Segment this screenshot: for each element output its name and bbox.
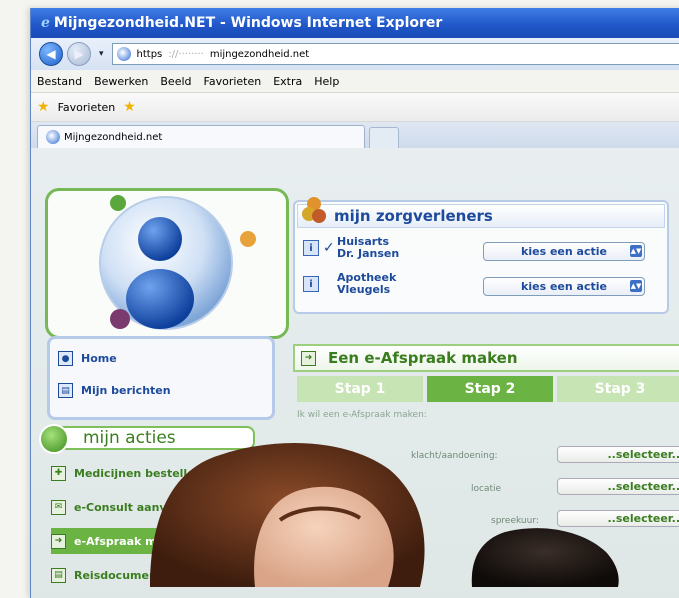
step-indicator: Stap 1 Stap 2 Stap 3 bbox=[297, 376, 679, 404]
info-icon[interactable]: i bbox=[303, 276, 319, 292]
form-intro: Ik wil een e-Afspraak maken: bbox=[297, 410, 427, 420]
menu-bewerken[interactable]: Bewerken bbox=[94, 75, 148, 88]
field-spreekuur-label: spreekuur: bbox=[491, 516, 539, 526]
menu-extra[interactable]: Extra bbox=[273, 75, 302, 88]
forward-arrow-icon: ▶ bbox=[74, 47, 84, 61]
window-title: Mijngezondheid.NET - Windows Internet Ex… bbox=[53, 15, 443, 31]
acties-title-box: mijn acties bbox=[39, 424, 255, 454]
zorgverlener-apotheek: i Apotheek Vleugels bbox=[303, 272, 396, 296]
acties-title: mijn acties bbox=[83, 428, 176, 448]
huisarts-action-select[interactable]: kies een actie ▲▼ bbox=[483, 242, 645, 261]
zorgverlener-huisarts: i ✓ Huisarts Dr. Jansen bbox=[303, 236, 399, 260]
back-button[interactable]: ◀ bbox=[39, 42, 63, 66]
actie-reisdocumenten[interactable]: ▤ Reisdocumenten bbox=[51, 562, 261, 588]
nav-home-label: Home bbox=[81, 352, 117, 365]
field-locatie-label: locatie bbox=[471, 484, 502, 494]
afspraak-title: Een e-Afspraak maken bbox=[328, 349, 518, 367]
site-favicon-icon bbox=[116, 47, 131, 61]
tab-label: Mijngezondheid.net bbox=[64, 131, 163, 143]
forward-button[interactable]: ▶ bbox=[67, 42, 91, 66]
favorites-bar: ★ Favorieten ★ bbox=[31, 93, 679, 122]
url-host: mijngezondheid.net bbox=[209, 48, 310, 60]
actie-econsult[interactable]: ✉ e-Consult aanvragen bbox=[51, 494, 261, 520]
document-icon: ▤ bbox=[51, 567, 66, 583]
tab-favicon-icon bbox=[46, 130, 60, 144]
field-locatie-select[interactable]: ..selecteer.. bbox=[557, 478, 679, 495]
check-icon: ✓ bbox=[323, 240, 335, 256]
actie-eafspraak-label: e-Afspraak maken bbox=[74, 534, 187, 548]
history-dropdown-icon[interactable]: ▾ bbox=[99, 49, 104, 59]
consult-icon: ✉ bbox=[51, 499, 66, 515]
page-content: mijn zorgverleners i ✓ Huisarts Dr. Jans… bbox=[31, 148, 679, 598]
back-arrow-icon: ◀ bbox=[46, 47, 56, 61]
actie-medicijnen-label: Medicijnen bestellen bbox=[74, 466, 203, 480]
arrow-icon: ➜ bbox=[301, 350, 316, 366]
actie-medicijnen[interactable]: ✚ Medicijnen bestellen bbox=[51, 460, 261, 486]
person-icon: ● bbox=[58, 351, 73, 366]
nav-home[interactable]: ● Home bbox=[58, 351, 117, 366]
url-field[interactable]: https ://········ mijngezondheid.net bbox=[111, 43, 679, 65]
info-icon[interactable]: i bbox=[303, 240, 319, 256]
nav-berichten[interactable]: ▤ Mijn berichten bbox=[58, 383, 171, 398]
apotheek-action-select[interactable]: kies een actie ▲▼ bbox=[483, 277, 645, 296]
nav-berichten-label: Mijn berichten bbox=[81, 384, 171, 397]
ie-logo-icon: e bbox=[41, 15, 50, 31]
main-nav: ● Home ▤ Mijn berichten bbox=[47, 336, 275, 420]
field-klacht-select[interactable]: ..selecteer.. bbox=[557, 446, 679, 463]
actie-econsult-label: e-Consult aanvragen bbox=[74, 500, 203, 514]
huisarts-name: Dr. Jansen bbox=[337, 247, 400, 260]
select-arrow-icon: ▲▼ bbox=[630, 245, 642, 257]
apotheek-name: Vleugels bbox=[337, 283, 391, 296]
address-bar: ◀ ▶ ▾ https ://········ mijngezondheid.n… bbox=[31, 38, 679, 70]
logo-frame bbox=[45, 188, 289, 339]
zorgverleners-panel: mijn zorgverleners i ✓ Huisarts Dr. Jans… bbox=[293, 197, 669, 314]
menu-beeld[interactable]: Beeld bbox=[160, 75, 191, 88]
browser-window: e Mijngezondheid.NET - Windows Internet … bbox=[30, 8, 679, 598]
actie-eafspraak[interactable]: ➜ e-Afspraak maken bbox=[51, 528, 261, 554]
url-scheme: https bbox=[136, 48, 163, 60]
mijngezondheid-logo bbox=[99, 195, 256, 330]
add-favorite-icon[interactable]: ★ bbox=[123, 99, 136, 115]
field-klacht-label: klacht/aandoening: bbox=[411, 451, 498, 461]
title-bar: e Mijngezondheid.NET - Windows Internet … bbox=[31, 8, 679, 38]
pill-icon: ✚ bbox=[51, 465, 66, 481]
mail-icon: ▤ bbox=[58, 383, 73, 398]
tab-bar: Mijngezondheid.net bbox=[31, 122, 679, 148]
zorgverleners-title: mijn zorgverleners bbox=[297, 204, 665, 228]
menu-help[interactable]: Help bbox=[314, 75, 339, 88]
field-spreekuur-select[interactable]: ..selecteer.. bbox=[557, 510, 679, 527]
arrow-icon: ➜ bbox=[51, 533, 66, 549]
tab-mijngezondheid[interactable]: Mijngezondheid.net bbox=[37, 125, 365, 148]
zorgverleners-icon bbox=[302, 197, 326, 223]
step-3[interactable]: Stap 3 bbox=[557, 376, 679, 402]
step-1[interactable]: Stap 1 bbox=[297, 376, 423, 402]
menu-bestand[interactable]: Bestand bbox=[37, 75, 82, 88]
menu-favorieten[interactable]: Favorieten bbox=[204, 75, 262, 88]
afspraak-header: ➜ Een e-Afspraak maken bbox=[293, 344, 679, 372]
huisarts-action-value: kies een actie bbox=[521, 245, 607, 258]
select-arrow-icon: ▲▼ bbox=[630, 280, 642, 292]
new-tab-button[interactable] bbox=[369, 127, 399, 148]
favorites-button[interactable]: Favorieten bbox=[58, 101, 116, 114]
favorites-star-icon: ★ bbox=[37, 99, 50, 115]
actie-reisdocumenten-label: Reisdocumenten bbox=[74, 568, 178, 582]
url-mask: ://········ bbox=[168, 48, 204, 60]
menu-bar: Bestand Bewerken Beeld Favorieten Extra … bbox=[31, 70, 679, 93]
apotheek-action-value: kies een actie bbox=[521, 280, 607, 293]
acties-logo-icon bbox=[39, 424, 69, 454]
step-2[interactable]: Stap 2 bbox=[427, 376, 553, 402]
